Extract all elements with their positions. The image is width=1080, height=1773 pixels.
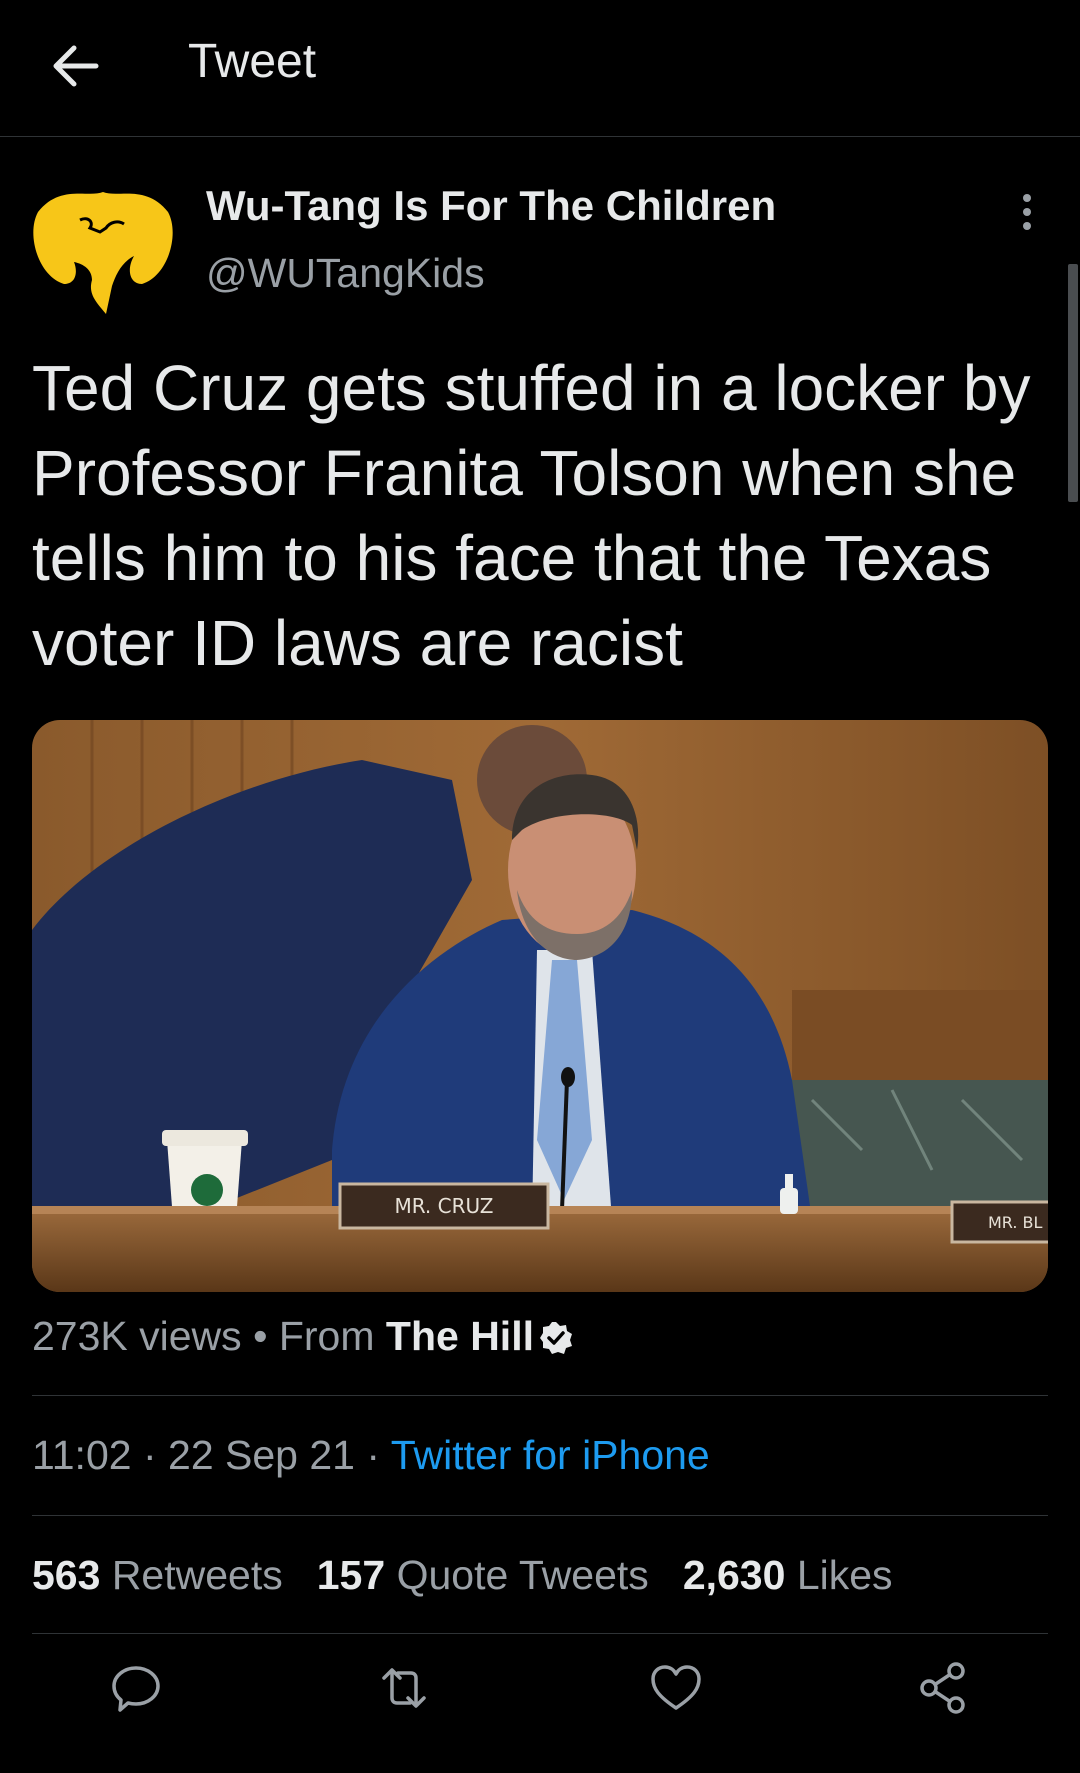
reply-icon[interactable] bbox=[108, 1660, 164, 1716]
meta-separator: • bbox=[253, 1313, 268, 1359]
nameplate-second: MR. BL bbox=[988, 1213, 1043, 1232]
divider bbox=[32, 1515, 1048, 1516]
like-icon[interactable] bbox=[648, 1660, 704, 1716]
verified-badge-icon bbox=[539, 1322, 572, 1354]
tweet-video[interactable]: MR. CRUZ MR. BL bbox=[32, 720, 1048, 1292]
wu-tang-logo-avatar[interactable] bbox=[30, 172, 176, 318]
tweet-date: 22 Sep 21 bbox=[168, 1432, 355, 1478]
retweets-count: 563 bbox=[32, 1552, 101, 1598]
retweet-icon[interactable] bbox=[376, 1660, 432, 1716]
scrollbar[interactable] bbox=[1068, 264, 1078, 502]
tweet-time: 11:02 bbox=[32, 1432, 132, 1478]
author-name[interactable]: Wu-Tang Is For The Children bbox=[206, 182, 776, 230]
quotes-label: Quote Tweets bbox=[396, 1552, 649, 1598]
video-meta: 273K views • From The Hill bbox=[32, 1313, 574, 1360]
likes-count: 2,630 bbox=[682, 1552, 786, 1598]
quotes-count: 157 bbox=[316, 1552, 386, 1598]
page-title: Tweet bbox=[188, 35, 317, 88]
tweet-timestamp: 11:02 · 22 Sep 21 · Twitter for iPhone bbox=[32, 1432, 710, 1479]
likes-stat[interactable]: 2,630 Likes bbox=[683, 1552, 893, 1598]
retweets-label: Retweets bbox=[111, 1552, 283, 1598]
divider bbox=[32, 1395, 1048, 1396]
tweet-stats: 563 Retweets 157 Quote Tweets 2,630 Likes bbox=[32, 1552, 893, 1599]
top-app-bar: Tweet bbox=[0, 0, 1080, 137]
quotes-stat[interactable]: 157 Quote Tweets bbox=[317, 1552, 649, 1598]
video-still-image: MR. CRUZ MR. BL bbox=[32, 720, 1048, 1292]
time-separator: · bbox=[142, 1432, 157, 1478]
author-handle[interactable]: @WUTangKids bbox=[206, 250, 485, 297]
tweet-text: Ted Cruz gets stuffed in a locker by Pro… bbox=[32, 352, 1031, 679]
retweets-stat[interactable]: 563 Retweets bbox=[32, 1552, 283, 1598]
likes-label: Likes bbox=[796, 1552, 893, 1598]
tweet-client-link[interactable]: Twitter for iPhone bbox=[391, 1432, 710, 1478]
share-icon[interactable] bbox=[916, 1660, 972, 1716]
from-label: From bbox=[278, 1313, 375, 1359]
time-separator: · bbox=[366, 1432, 381, 1478]
nameplate-cruz: MR. CRUZ bbox=[394, 1194, 493, 1218]
tweet-actions bbox=[0, 1660, 1080, 1730]
more-vertical-icon[interactable] bbox=[1010, 190, 1044, 234]
divider bbox=[32, 1633, 1048, 1634]
view-count: 273K views bbox=[32, 1313, 242, 1359]
arrow-left-icon[interactable] bbox=[44, 34, 108, 98]
source-name[interactable]: The Hill bbox=[386, 1313, 534, 1359]
